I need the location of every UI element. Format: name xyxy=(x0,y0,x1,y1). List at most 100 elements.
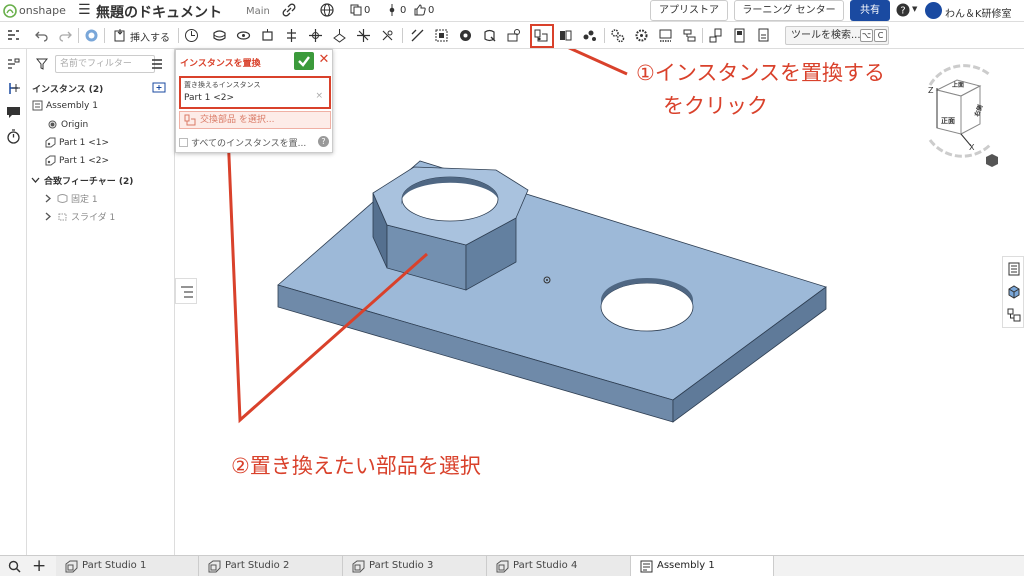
tree-item-fastened-mate[interactable]: 固定 1 xyxy=(43,192,98,205)
tab-part-studio-4[interactable]: Part Studio 4 xyxy=(487,556,631,576)
gear-icon[interactable] xyxy=(610,28,625,43)
globe-icon[interactable] xyxy=(320,3,334,17)
tab-label: Assembly 1 xyxy=(657,560,715,571)
mate-2-label: スライダ 1 xyxy=(71,213,116,223)
tangent-mate-icon[interactable] xyxy=(380,28,395,43)
toolbar-divider xyxy=(104,28,105,43)
close-icon[interactable]: ✕ xyxy=(317,53,331,67)
tree-item-slider-mate[interactable]: スライダ 1 xyxy=(43,210,115,223)
select-replacement-button[interactable]: 交換部品 を選択... xyxy=(179,111,331,129)
tab-part-studio-3[interactable]: Part Studio 3 xyxy=(343,556,487,576)
logo-text: onshape xyxy=(19,4,66,17)
configurations-icon[interactable] xyxy=(1007,308,1021,322)
screw-relation-icon[interactable] xyxy=(682,28,697,43)
mate-values-icon[interactable] xyxy=(506,28,521,43)
list-view-icon[interactable] xyxy=(151,58,163,70)
learning-center-button[interactable]: ラーニング センター xyxy=(734,0,844,21)
group-icon[interactable] xyxy=(434,28,449,43)
shortcut-key-option: ⌥ xyxy=(860,29,873,42)
circular-pattern-icon[interactable] xyxy=(582,28,597,43)
copy-count[interactable]: 0 xyxy=(350,4,370,16)
redo-icon[interactable] xyxy=(58,28,73,43)
field-value: Part 1 <2> xyxy=(184,93,235,103)
named-position-icon[interactable] xyxy=(732,28,747,43)
replace-part-icon xyxy=(184,114,196,126)
select-replacement-text: 交換部品 を選択... xyxy=(200,115,275,125)
instances-header[interactable]: インスタンス (2) xyxy=(32,82,103,95)
planar-mate-icon[interactable] xyxy=(332,28,347,43)
cylindrical-mate-icon[interactable] xyxy=(284,28,299,43)
slider-mate-icon[interactable] xyxy=(260,28,275,43)
version-icon xyxy=(389,4,395,16)
confirm-button[interactable] xyxy=(294,52,314,70)
tool-search-input[interactable]: ツールを検索... ⌥ C xyxy=(785,26,889,45)
origin-marker-dot xyxy=(546,279,548,281)
linear-pattern-icon[interactable] xyxy=(558,28,573,43)
step1-arrow-line xyxy=(567,49,628,76)
menu-icon[interactable]: ☰ xyxy=(78,2,91,18)
chevron-down-icon[interactable]: ▼ xyxy=(912,5,917,13)
version-count[interactable]: 0 xyxy=(386,4,406,16)
like-count[interactable]: 0 xyxy=(414,4,434,16)
mate-connector-icon[interactable] xyxy=(410,28,425,43)
tree-item-origin[interactable]: Origin xyxy=(47,119,88,130)
branch-label[interactable]: Main xyxy=(246,6,270,17)
properties-icon[interactable] xyxy=(1007,262,1021,276)
explode-icon[interactable] xyxy=(708,28,723,43)
origin-label: Origin xyxy=(61,119,89,130)
help-icon[interactable]: ? xyxy=(896,3,910,17)
share-button[interactable]: 共有 xyxy=(850,0,890,21)
fastened-mate-icon[interactable] xyxy=(212,28,227,43)
app-store-button[interactable]: アプリストア xyxy=(650,0,728,21)
tree-item-part-1[interactable]: Part 1 <1> xyxy=(45,137,109,148)
slider-mate-icon xyxy=(58,213,67,221)
name-filter-input[interactable]: 名前でフィルター xyxy=(55,55,155,73)
tab-part-studio-1[interactable]: Part Studio 1 xyxy=(56,556,199,576)
rack-pinion-icon[interactable] xyxy=(658,28,673,43)
revolute-mate-icon[interactable] xyxy=(236,28,251,43)
add-connector-icon[interactable] xyxy=(6,81,21,96)
insert-icon[interactable] xyxy=(113,28,128,43)
gear-relation-icon[interactable] xyxy=(634,28,649,43)
replace-all-checkbox[interactable] xyxy=(179,138,188,147)
instance-to-replace-field[interactable]: 置き換えるインスタンス Part 1 <2> × xyxy=(179,76,331,109)
timer-icon[interactable] xyxy=(6,129,21,144)
tree-item-assembly[interactable]: Assembly 1 xyxy=(32,100,98,111)
add-folder-icon[interactable] xyxy=(152,81,166,93)
add-tab-button[interactable]: + xyxy=(32,556,46,576)
plate-hole[interactable] xyxy=(600,282,694,332)
chevron-right-icon xyxy=(45,212,51,221)
comment-icon[interactable] xyxy=(6,105,21,120)
outline-toggle[interactable] xyxy=(175,278,197,304)
appearance-icon[interactable] xyxy=(1007,285,1021,299)
replicate-icon[interactable] xyxy=(482,28,497,43)
link-icon[interactable] xyxy=(282,3,296,17)
avatar[interactable] xyxy=(925,2,942,19)
clear-selection-icon[interactable]: × xyxy=(315,91,323,101)
user-name[interactable]: わん＆K研修室 xyxy=(945,5,1012,20)
clock-icon[interactable] xyxy=(184,28,199,43)
insert-button[interactable]: 挿入する xyxy=(130,29,170,44)
cube-front-face[interactable] xyxy=(936,89,962,135)
toolbar-divider xyxy=(178,28,179,43)
refresh-icon[interactable] xyxy=(84,28,99,43)
help-icon[interactable]: ? xyxy=(318,136,329,147)
tab-manager-icon[interactable] xyxy=(8,560,21,573)
animate-icon[interactable] xyxy=(756,28,771,43)
view-options-icon[interactable] xyxy=(986,154,1000,167)
pin-slot-mate-icon[interactable] xyxy=(308,28,323,43)
tab-assembly-1[interactable]: Assembly 1 xyxy=(631,556,774,576)
tab-part-studio-2[interactable]: Part Studio 2 xyxy=(199,556,343,576)
feature-tree-icon[interactable] xyxy=(6,28,21,43)
mates-header[interactable]: 合致フィーチャー (2) xyxy=(30,174,133,187)
tree-item-part-2[interactable]: Part 1 <2> xyxy=(45,155,109,166)
document-title[interactable]: 無題のドキュメント xyxy=(96,2,222,22)
filter-icon[interactable] xyxy=(36,58,48,70)
parallel-mate-icon[interactable] xyxy=(356,28,371,43)
undo-icon[interactable] xyxy=(34,28,49,43)
instance-list-icon[interactable] xyxy=(6,57,21,72)
instances-header-label: インスタンス (2) xyxy=(32,85,104,95)
version-count-value: 0 xyxy=(400,4,407,16)
relation-icon[interactable] xyxy=(458,28,473,43)
replace-all-option[interactable]: すべてのインスタンスを置... xyxy=(179,136,306,149)
